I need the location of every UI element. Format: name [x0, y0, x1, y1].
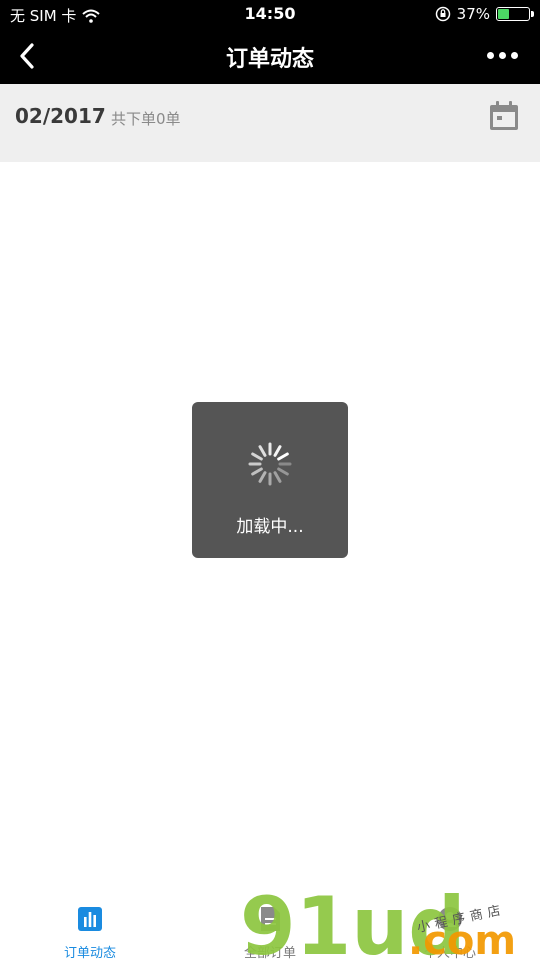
battery-percent: 37%: [456, 5, 490, 23]
spinner-spoke: [277, 452, 289, 461]
more-dot-icon: [499, 52, 506, 59]
order-count: 共下单0单: [111, 110, 181, 128]
status-bar: 无 SIM 卡 14:50 37%: [0, 0, 540, 28]
month-label[interactable]: 02/2017: [15, 104, 106, 128]
more-menu-button[interactable]: [487, 52, 518, 59]
orientation-lock-icon: [435, 6, 450, 22]
spinner-spoke: [251, 452, 263, 461]
bar-chart-icon: [78, 907, 102, 931]
battery-icon: [496, 7, 534, 21]
spinner-spoke: [258, 471, 267, 483]
spinner-spoke: [277, 467, 289, 476]
spinner-spoke: [273, 471, 282, 483]
date-header: 02/2017 共下单0单: [0, 84, 540, 162]
page-title: 订单动态: [225, 47, 314, 72]
spinner-spoke: [251, 467, 263, 476]
more-dot-icon: [511, 52, 518, 59]
watermark-logo: 91ud .com 小程序商店: [240, 888, 516, 960]
tab-order-feed[interactable]: 订单动态: [0, 900, 180, 960]
tab-label: 订单动态: [63, 946, 116, 960]
more-dot-icon: [487, 52, 494, 59]
loading-spinner-icon: [248, 442, 292, 486]
loading-toast: 加载中...: [192, 402, 348, 558]
spinner-spoke: [273, 445, 282, 457]
loading-text: 加载中...: [236, 517, 304, 537]
nav-bar: 订单动态: [0, 28, 540, 84]
spinner-spoke: [258, 445, 267, 457]
battery-level: [498, 9, 509, 19]
status-right: 37%: [435, 5, 534, 23]
calendar-icon[interactable]: [488, 100, 520, 132]
